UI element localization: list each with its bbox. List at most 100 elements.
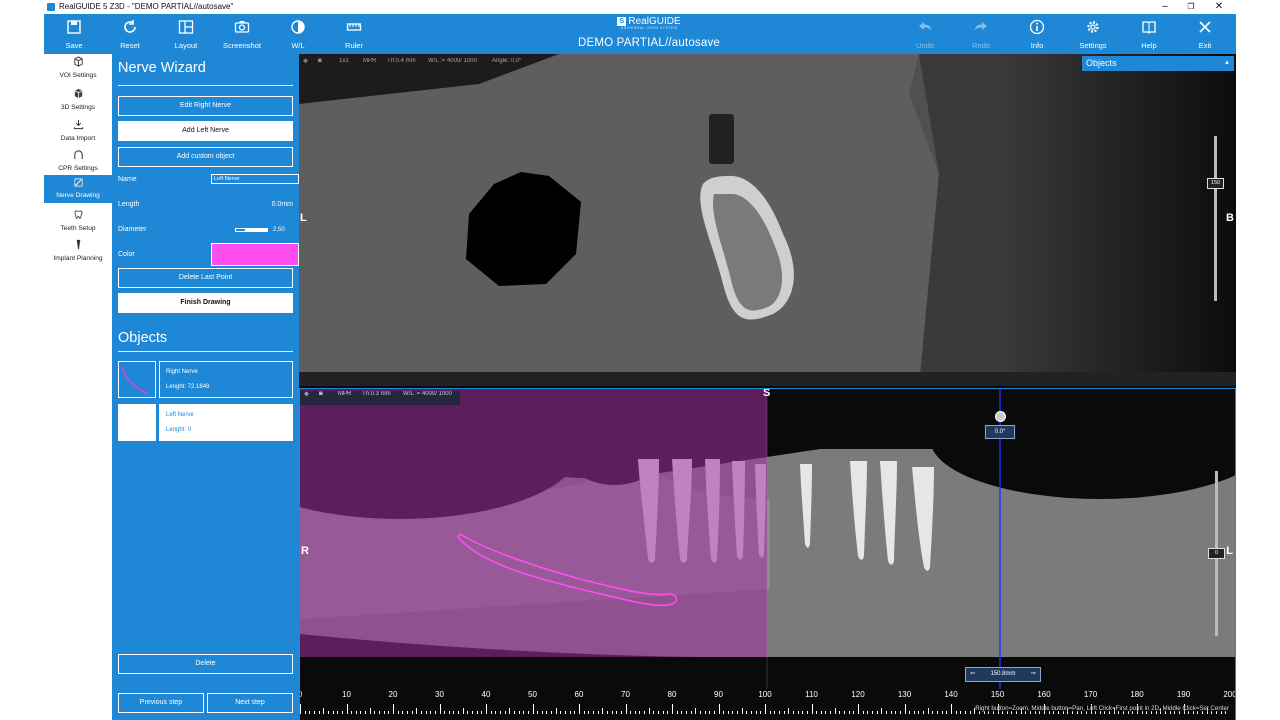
- ruler-tick: [867, 711, 869, 714]
- previous-step-button[interactable]: Previous step: [118, 693, 204, 713]
- sidebar-item-teeth-setup[interactable]: Teeth Setup: [44, 207, 112, 237]
- settings-button[interactable]: Settings: [1065, 14, 1121, 54]
- object-length: Lenght: 72.1849: [166, 384, 210, 390]
- object-info: Left Nerve Lenght: 0: [159, 404, 293, 441]
- ruler-tick: [476, 711, 478, 714]
- diameter-slider-fill: [236, 229, 246, 231]
- ruler-tick: [472, 711, 474, 714]
- diameter-value: 2,50: [273, 227, 285, 233]
- ruler-button[interactable]: Ruler: [326, 14, 382, 54]
- rotate-handle-icon[interactable]: [995, 411, 1006, 422]
- sidebar-item-cpr-settings[interactable]: CPR Settings: [44, 147, 112, 177]
- ruler-tick: [765, 704, 766, 714]
- camera-icon[interactable]: ◙: [319, 391, 323, 397]
- layout-button[interactable]: Layout: [158, 14, 214, 54]
- ruler-tick: [458, 711, 460, 714]
- ruler-label: 20: [388, 690, 398, 699]
- object-item-left-nerve[interactable]: Left Nerve Lenght: 0: [118, 404, 293, 441]
- ruler-tick: [560, 711, 562, 714]
- crosshair-icon[interactable]: ✥: [303, 58, 308, 65]
- ruler-icon: [346, 23, 362, 31]
- ruler-tick: [909, 711, 911, 714]
- crosshair-icon[interactable]: ✥: [304, 391, 309, 398]
- undo-button[interactable]: Undo: [897, 14, 953, 54]
- ruler-label: 150: [990, 690, 1005, 699]
- axial-slice-slider[interactable]: 150: [1207, 136, 1224, 301]
- ruler-tick: [397, 711, 399, 714]
- save-button[interactable]: Save: [46, 14, 102, 54]
- window-level-button[interactable]: W/L: [270, 14, 326, 54]
- arrow-right-icon[interactable]: ⇨: [1031, 668, 1036, 681]
- exit-button[interactable]: Exit: [1177, 14, 1233, 54]
- ruler-tick: [481, 711, 483, 714]
- add-custom-object-button[interactable]: Add custom object: [118, 147, 293, 167]
- ruler-label: 40: [481, 690, 491, 699]
- ruler-tick: [351, 711, 353, 714]
- ruler-tick: [537, 711, 539, 714]
- ruler-tick: [625, 704, 627, 714]
- ruler-tick: [774, 711, 776, 714]
- left-margin: [0, 0, 44, 720]
- edit-right-nerve-button[interactable]: Edit Right Nerve: [118, 96, 293, 116]
- delete-button[interactable]: Delete: [118, 654, 293, 674]
- ruler-tick: [448, 711, 450, 714]
- ruler-tick: [634, 711, 636, 714]
- color-row: Color: [118, 243, 299, 266]
- ruler-tick: [337, 711, 339, 714]
- axial-view[interactable]: ✥ ◙ 1x1 MPR Th:0.4 mm W/L := 4000/ 1000 …: [299, 54, 1236, 386]
- objects-dropdown[interactable]: Objects ▲: [1082, 56, 1234, 71]
- ruler-tick: [434, 711, 436, 714]
- position-control[interactable]: ⇦ 150.8mm ⇨: [965, 667, 1041, 682]
- ruler-tick: [704, 711, 706, 714]
- reset-icon: [124, 20, 136, 33]
- minimize-icon[interactable]: –: [1152, 0, 1178, 14]
- object-item-right-nerve[interactable]: Right Nerve Lenght: 72.1849: [118, 361, 293, 398]
- ruler-tick: [509, 708, 511, 714]
- ruler-tick: [504, 711, 506, 714]
- ruler-tick: [713, 711, 715, 714]
- ruler-tick: [890, 711, 892, 714]
- ruler-tick: [848, 711, 850, 714]
- ruler-tick: [495, 711, 497, 714]
- ruler-label: 120: [851, 690, 865, 699]
- ruler-tick: [402, 711, 404, 714]
- sidebar-item-3d-settings[interactable]: 3D Settings: [44, 86, 112, 116]
- color-swatch[interactable]: [211, 243, 299, 266]
- panoramic-slice-slider[interactable]: 0: [1208, 471, 1225, 636]
- slider-knob[interactable]: 0: [1208, 548, 1225, 559]
- ruler-tick: [830, 711, 832, 714]
- next-step-button[interactable]: Next step: [207, 693, 293, 713]
- nerve-icon: [74, 178, 83, 187]
- ruler-label: 80: [667, 690, 677, 699]
- ruler-tick: [313, 711, 315, 714]
- add-left-nerve-button[interactable]: Add Left Nerve: [118, 121, 293, 141]
- close-x-icon: [1199, 21, 1211, 33]
- ruler-tick: [341, 711, 343, 714]
- delete-last-point-button[interactable]: Delete Last Point: [118, 268, 293, 288]
- name-field[interactable]: [211, 174, 299, 184]
- sidebar-item-nerve-drawing[interactable]: Nerve Drawing: [44, 175, 112, 203]
- sidebar-item-data-import[interactable]: Data Import: [44, 117, 112, 147]
- ruler-tick: [802, 711, 804, 714]
- ruler-tick: [374, 711, 376, 714]
- screenshot-button[interactable]: Screenshot: [214, 14, 270, 54]
- panoramic-view[interactable]: ✥ ◙ MPR Th:0.3 mm W/L := 4000/ 1000 S R …: [299, 388, 1236, 720]
- diameter-slider[interactable]: [235, 228, 268, 232]
- help-button[interactable]: Help: [1121, 14, 1177, 54]
- ruler-tick: [383, 711, 385, 714]
- info-button[interactable]: Info: [1009, 14, 1065, 54]
- ruler-tick: [927, 708, 929, 714]
- sidebar-item-implant-planning[interactable]: Implant Planning: [44, 237, 112, 267]
- redo-button[interactable]: Redo: [953, 14, 1009, 54]
- slider-knob[interactable]: 150: [1207, 178, 1224, 189]
- camera-icon[interactable]: ◙: [318, 58, 322, 64]
- ruler-tick: [523, 711, 525, 714]
- sidebar-item-voi-settings[interactable]: VOI Settings: [44, 54, 112, 84]
- arrow-left-icon[interactable]: ⇦: [970, 668, 975, 681]
- reset-button[interactable]: Reset: [102, 14, 158, 54]
- ruler-tick: [751, 711, 753, 714]
- finish-drawing-button[interactable]: Finish Drawing: [118, 293, 293, 313]
- close-icon[interactable]: ✕: [1206, 0, 1232, 14]
- ruler-tick: [527, 711, 529, 714]
- maximize-icon[interactable]: ❐: [1178, 0, 1204, 14]
